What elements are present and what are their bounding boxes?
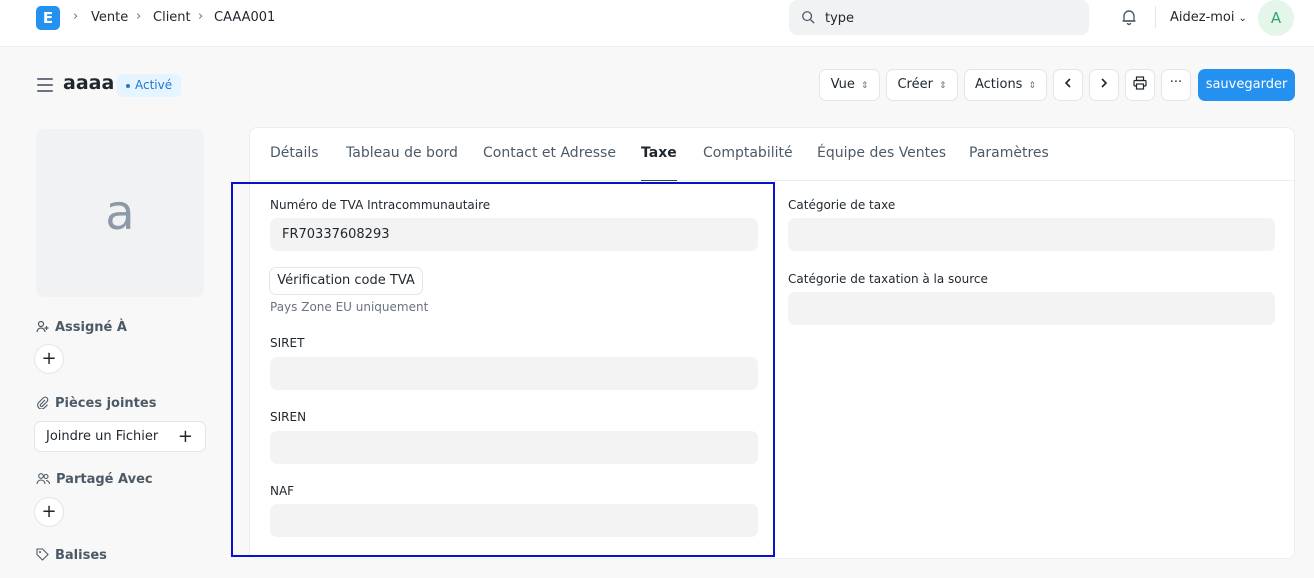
record-image-placeholder[interactable]: a: [36, 129, 204, 297]
actions-button[interactable]: Actions ⇕: [964, 69, 1047, 101]
users-icon: [36, 473, 51, 485]
tab-details[interactable]: Détails: [270, 145, 319, 181]
help-label: Aidez-moi: [1170, 10, 1235, 25]
chevron-left-icon: [1064, 78, 1071, 88]
search-bar[interactable]: [789, 0, 1089, 35]
tab-sales-team[interactable]: Équipe des Ventes: [817, 145, 946, 181]
attach-file-button[interactable]: Joindre un Fichier +: [34, 421, 206, 452]
sidebar-toggle-icon[interactable]: [37, 78, 53, 92]
printer-icon: [1133, 76, 1147, 90]
help-dropdown[interactable]: Aidez-moi ⌄: [1170, 10, 1247, 25]
divider: [1155, 6, 1156, 28]
previous-button[interactable]: [1053, 69, 1083, 101]
tags-section: Balises: [36, 548, 107, 563]
tab-settings[interactable]: Paramètres: [969, 145, 1049, 181]
chevron-right-icon: ›: [136, 9, 142, 24]
chevron-down-icon: ⌄: [1238, 13, 1247, 24]
breadcrumb-vente[interactable]: Vente: [91, 10, 128, 25]
navbar: E › Vente › Client › CAAA001 Aidez-moi⌄ …: [0, 0, 1314, 47]
sort-icon: ⇕: [938, 81, 947, 91]
user-avatar[interactable]: A: [1258, 0, 1294, 36]
assigned-section: Assigné À: [36, 320, 127, 335]
withholding-category-input[interactable]: [788, 292, 1275, 325]
tax-category-input[interactable]: [788, 218, 1275, 251]
search-icon: [802, 11, 815, 24]
next-button[interactable]: [1089, 69, 1119, 101]
sort-icon: ⇕: [860, 81, 869, 91]
tab-contact-address[interactable]: Contact et Adresse: [483, 145, 616, 181]
user-plus-icon: [36, 320, 49, 333]
status-badge: Activé: [117, 74, 182, 97]
shared-section: Partagé Avec: [36, 472, 153, 487]
tax-category-label: Catégorie de taxe: [788, 198, 896, 212]
tab-bar: Détails Tableau de bord Contact et Adres…: [250, 128, 1296, 181]
breadcrumb-client[interactable]: Client: [153, 10, 191, 25]
print-button[interactable]: [1125, 69, 1155, 101]
save-button[interactable]: sauvegarder: [1198, 69, 1295, 101]
page-title: aaaa: [63, 72, 115, 94]
chevron-right-icon: ›: [198, 9, 204, 24]
plus-icon: +: [177, 426, 193, 447]
create-button[interactable]: Créer ⇕: [886, 69, 958, 101]
bell-icon[interactable]: [1120, 8, 1138, 26]
add-assignee-button[interactable]: +: [34, 344, 64, 374]
tag-icon: [36, 548, 49, 561]
chevron-right-icon: ›: [73, 9, 79, 24]
breadcrumb-record[interactable]: CAAA001: [214, 10, 275, 25]
tab-tax[interactable]: Taxe: [641, 145, 677, 181]
chevron-right-icon: [1101, 78, 1108, 88]
view-button[interactable]: Vue ⇕: [819, 69, 880, 101]
paperclip-icon: [37, 396, 49, 410]
tab-accounting[interactable]: Comptabilité: [703, 145, 793, 181]
search-input[interactable]: [825, 8, 1065, 28]
add-share-button[interactable]: +: [34, 497, 64, 527]
sort-icon: ⇕: [1028, 81, 1037, 91]
highlight-box: [231, 182, 775, 557]
tab-dashboard[interactable]: Tableau de bord: [346, 145, 458, 181]
more-button[interactable]: ···: [1161, 69, 1191, 101]
app-logo[interactable]: E: [36, 6, 60, 30]
attachments-section: Pièces jointes: [36, 396, 156, 411]
withholding-category-label: Catégorie de taxation à la source: [788, 272, 988, 286]
